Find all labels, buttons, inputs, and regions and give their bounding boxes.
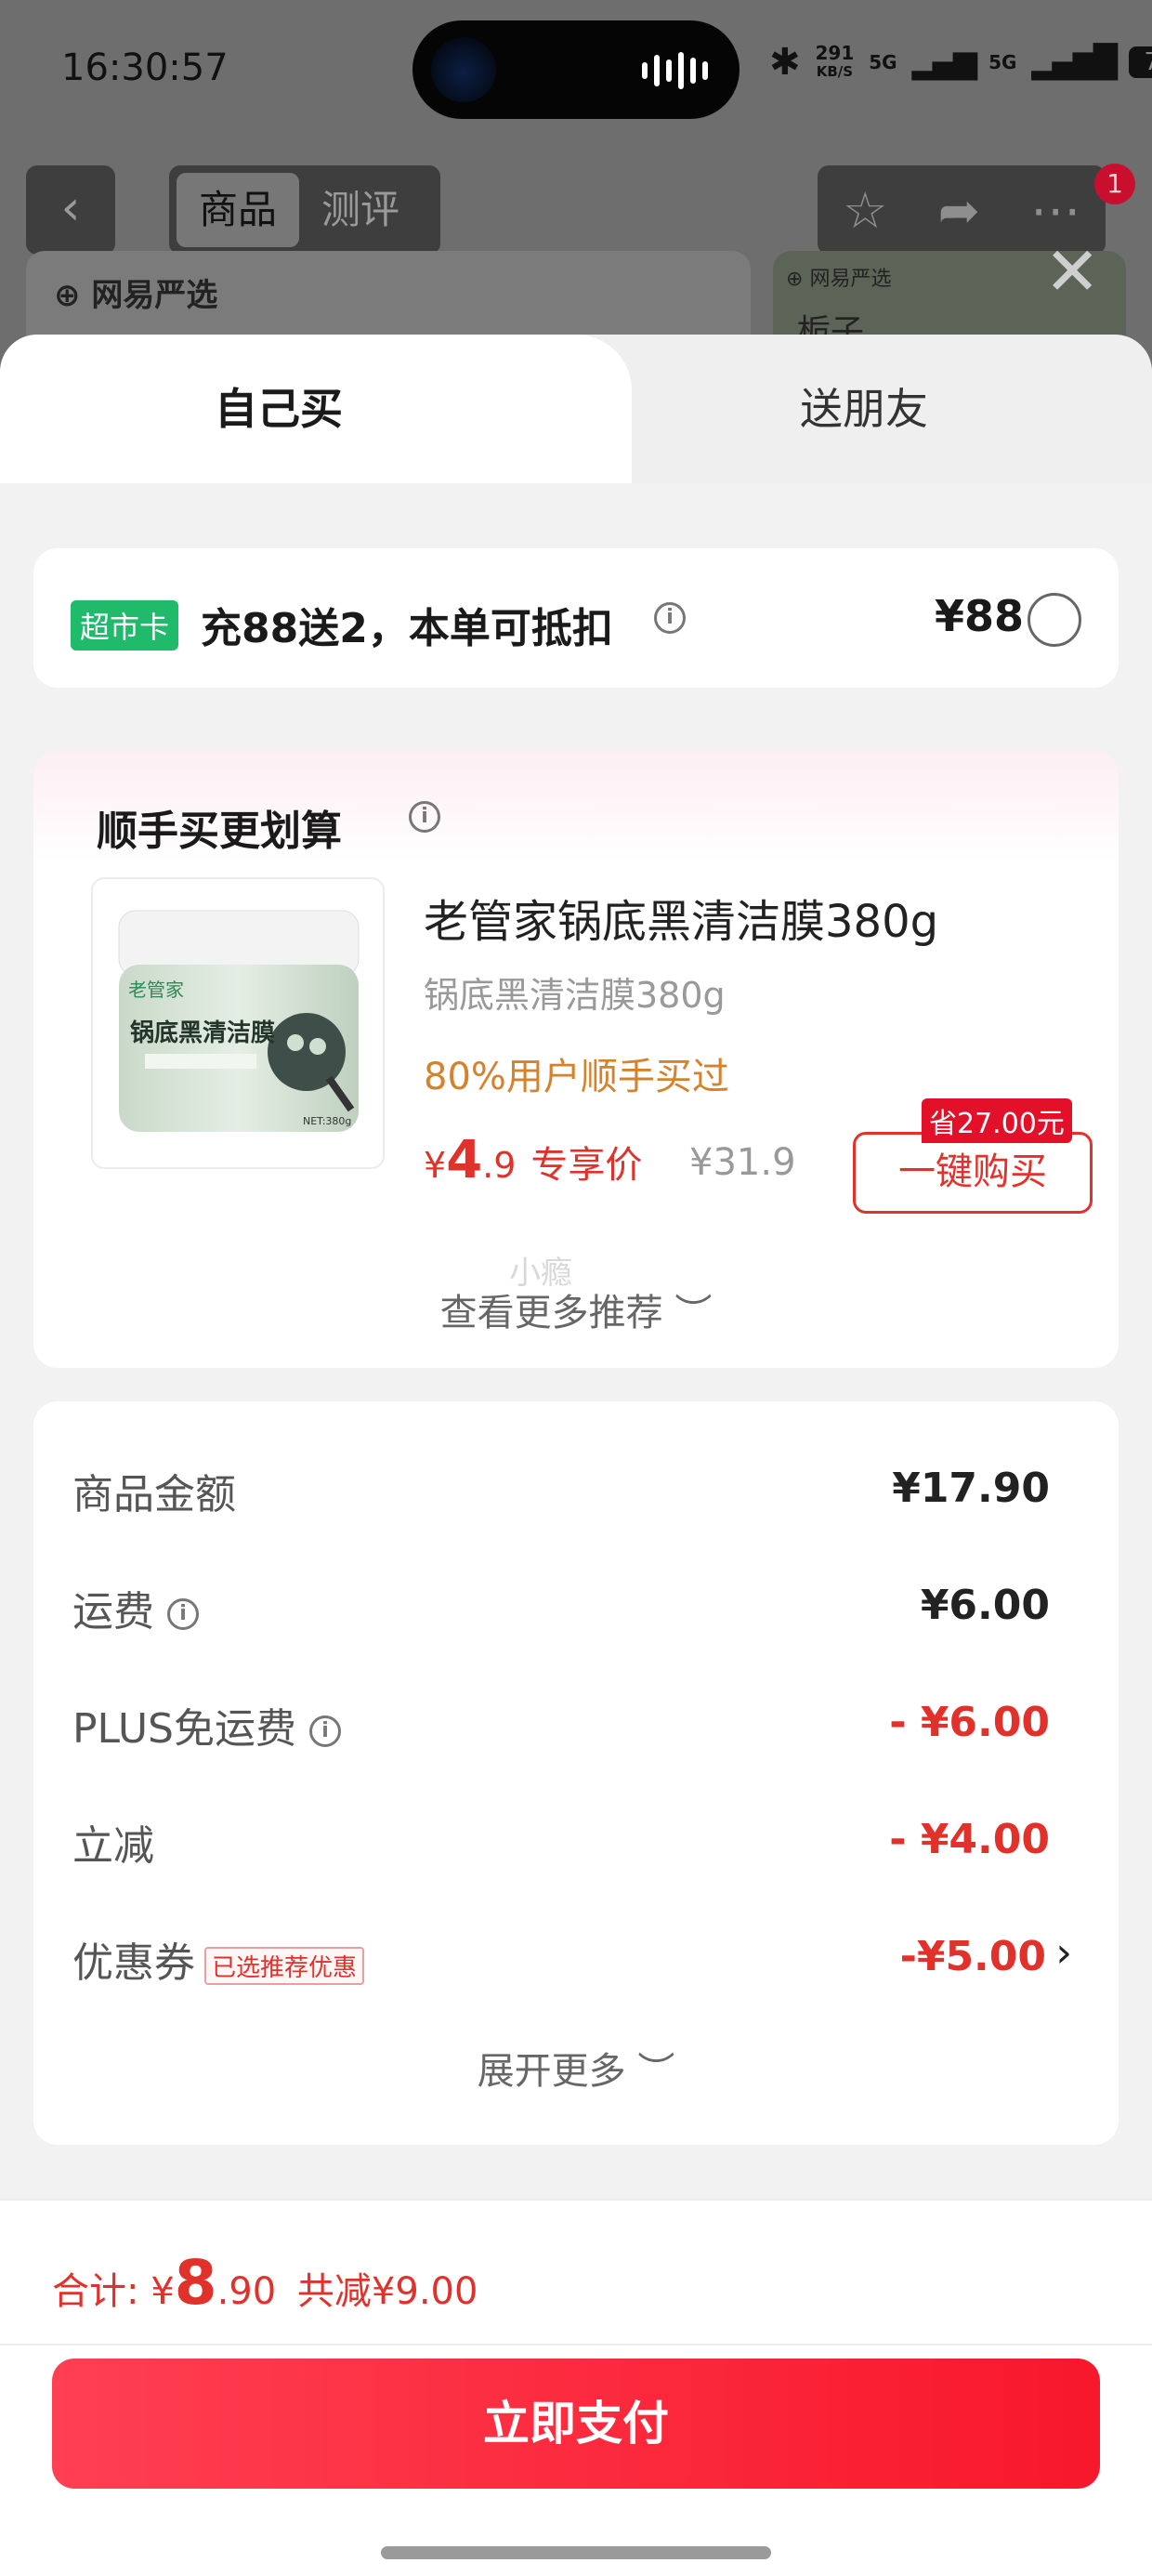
- price-symbol: ¥: [424, 1145, 447, 1186]
- total-int: 8: [174, 2247, 217, 2319]
- row-value: -¥5.00: [899, 1933, 1046, 1980]
- supermarket-tag: 超市卡: [71, 600, 179, 651]
- brand-name: 网易严选: [91, 277, 218, 314]
- jar-name-text: 锅底黑清洁膜: [130, 1019, 275, 1047]
- row-label: PLUS免运费: [72, 1705, 296, 1753]
- supermarket-card-panel[interactable]: 超市卡 充88送2，本单可抵扣 i ¥88: [33, 548, 1119, 688]
- row-value: - ¥6.00: [889, 1699, 1050, 1746]
- row-label: 立减: [72, 1822, 154, 1870]
- row-label: 运费: [72, 1588, 154, 1636]
- detail-row-shipping: 运费 i ¥6.00: [72, 1578, 1067, 1637]
- footer-divider: [0, 2344, 1152, 2346]
- signal-5g-label: 5G: [869, 51, 897, 73]
- supermarket-text: 充88送2，本单可抵扣: [201, 605, 613, 652]
- signal-5g-label-2: 5G: [988, 51, 1017, 73]
- expand-more-link[interactable]: 展开更多 ︶: [33, 2041, 1119, 2095]
- product-image[interactable]: 老管家 锅底黑清洁膜 NET:380g: [91, 877, 385, 1169]
- audio-wave-icon: [642, 52, 708, 89]
- jar-net-text: NET:380g: [303, 1115, 351, 1127]
- supermarket-price: ¥88: [935, 591, 1025, 641]
- close-icon[interactable]: ✕: [1044, 238, 1100, 305]
- detail-row-coupon[interactable]: 优惠券 已选推荐优惠 -¥5.00 ›: [72, 1929, 1072, 1987]
- net-speed-unit: KB/S: [816, 63, 854, 80]
- row-label-wrap: 优惠券 已选推荐优惠: [72, 1929, 365, 1989]
- camera-icon: [431, 37, 496, 102]
- detail-row-instant-discount: 立减 - ¥4.00: [72, 1812, 1067, 1870]
- detail-row-plus-free-shipping: PLUS免运费 i - ¥6.00: [72, 1695, 1067, 1753]
- product-price: ¥4.9 专享价: [424, 1130, 642, 1190]
- detail-row-goods-amount: 商品金额 ¥17.90: [72, 1461, 1067, 1518]
- bundle-title: 顺手买更划算: [97, 808, 342, 855]
- info-icon[interactable]: i: [654, 602, 686, 634]
- row-value: ¥6.00: [920, 1582, 1050, 1629]
- back-button[interactable]: ‹: [26, 165, 115, 255]
- tab-review[interactable]: 测评: [299, 173, 422, 247]
- dynamic-island: [412, 20, 740, 119]
- net-speed-value: 291: [815, 42, 855, 64]
- share-icon[interactable]: ➦: [938, 181, 980, 240]
- price-detail-panel: 商品金额 ¥17.90 运费 i ¥6.00 PLUS免运费 i - ¥6.00…: [33, 1401, 1119, 2145]
- one-click-buy-button[interactable]: 一键购买: [853, 1132, 1093, 1214]
- brand-logo: ⊕ 网易严选: [54, 277, 218, 314]
- brand-name-2: 网易严选: [809, 268, 892, 291]
- row-label: 商品金额: [72, 1471, 236, 1518]
- chevron-right-icon[interactable]: ›: [1055, 1929, 1072, 1977]
- shipping-info-icon[interactable]: i: [167, 1598, 199, 1630]
- total-price: 合计: ¥8.90 共减¥9.00: [52, 2247, 478, 2319]
- price-int: 4: [446, 1130, 483, 1190]
- row-value: - ¥4.00: [889, 1816, 1050, 1863]
- signal-bars-icon: ▂▄▆: [911, 44, 977, 81]
- tab-gift-friend[interactable]: 送朋友: [576, 335, 1152, 483]
- row-label-wrap: PLUS免运费 i: [72, 1695, 341, 1755]
- product-tabs: 商品 测评: [169, 165, 440, 255]
- bundle-info-icon[interactable]: i: [409, 801, 440, 833]
- total-label: 合计: ¥: [52, 2270, 175, 2313]
- notification-badge: 1: [1094, 164, 1135, 204]
- price-label: 专享价: [530, 1144, 643, 1187]
- product-spec: 锅底黑清洁膜380g: [424, 975, 726, 1016]
- product-title[interactable]: 老管家锅底黑清洁膜380g: [424, 885, 938, 950]
- tab-buy-self[interactable]: 自己买: [0, 335, 585, 502]
- row-label-wrap: 运费 i: [72, 1578, 199, 1637]
- row-value: ¥17.90: [892, 1465, 1050, 1512]
- see-more-recommend-link[interactable]: 查看更多推荐 ︶: [33, 1282, 1119, 1336]
- product-stat: 80%用户顺手买过: [424, 1056, 729, 1098]
- supermarket-radio[interactable]: [1028, 593, 1081, 647]
- product-jar-image: 老管家 锅底黑清洁膜 NET:380g: [118, 910, 360, 1132]
- pay-now-button[interactable]: 立即支付: [52, 2359, 1100, 2489]
- jar-brand-text: 老管家: [128, 979, 184, 1001]
- plus-info-icon[interactable]: i: [309, 1715, 341, 1747]
- price-dec: .9: [482, 1145, 517, 1186]
- row-label: 优惠券: [72, 1939, 195, 1987]
- signal-bars-icon-2: ▂▄▆█: [1031, 44, 1118, 81]
- total-dec: .90: [216, 2270, 277, 2313]
- more-icon[interactable]: ⋯: [1030, 181, 1080, 240]
- bluetooth-icon: ✱: [769, 41, 801, 84]
- star-icon[interactable]: ☆: [843, 181, 887, 240]
- brand-logo-2: ⊕ 网易严选: [786, 268, 892, 291]
- home-indicator[interactable]: [381, 2546, 771, 2559]
- save-badge: 省27.00元: [922, 1098, 1072, 1143]
- status-time: 16:30:57: [61, 46, 229, 89]
- checkout-footer: 合计: ¥8.90 共减¥9.00 立即支付: [0, 2199, 1152, 2576]
- background-page: 16:30:57 ✱ 291 KB/S 5G ▂▄▆ 5G ▂▄▆█ 74 ‹ …: [0, 0, 1152, 381]
- original-price: ¥31.9: [689, 1141, 796, 1184]
- total-saving: 共减¥9.00: [296, 2270, 478, 2313]
- battery-icon: 74: [1129, 46, 1152, 78]
- tab-product[interactable]: 商品: [177, 173, 300, 247]
- coupon-recommend-tag: 已选推荐优惠: [204, 1946, 365, 1985]
- bundle-panel: 顺手买更划算 i 老管家 锅底黑清洁膜 NET:380g 老管家锅底黑清洁膜38…: [33, 751, 1119, 1368]
- net-speed: 291 KB/S: [816, 44, 855, 81]
- status-icons: ✱ 291 KB/S 5G ▂▄▆ 5G ▂▄▆█ 74: [769, 41, 1152, 84]
